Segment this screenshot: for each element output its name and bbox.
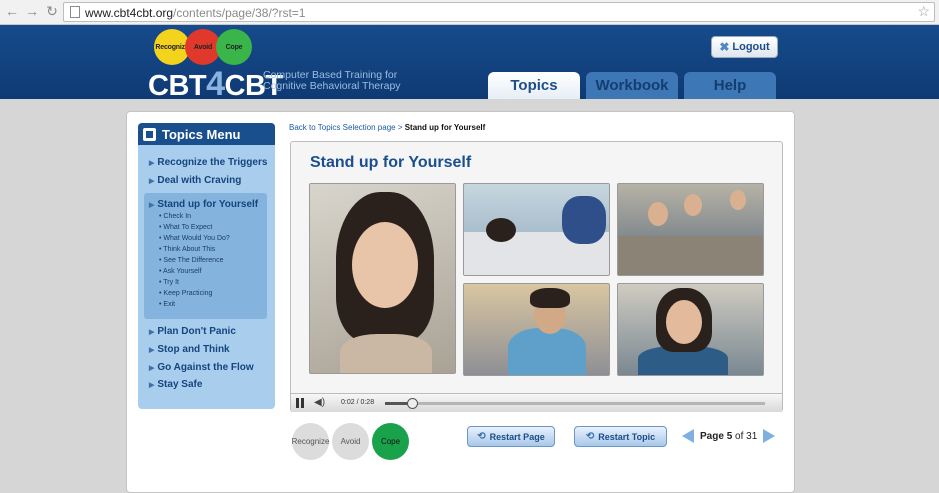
- bookmark-star-icon[interactable]: ☆: [917, 3, 930, 20]
- sidebar-item-recognize-the-triggers[interactable]: ▶ Recognize the Triggers: [149, 157, 267, 168]
- video-frame-1[interactable]: [463, 183, 610, 276]
- video-time: 0:02 / 0:28: [341, 399, 375, 406]
- sidebar-item-plan-dont-panic[interactable]: ▶ Plan Don't Panic: [149, 326, 236, 337]
- topics-menu-header: Topics Menu: [138, 123, 275, 145]
- video-player: Stand up for Yourself ◀) 0:02 / 0:28: [290, 141, 783, 412]
- breadcrumb-current: Stand up for Yourself: [404, 123, 486, 132]
- sidebar-item-deal-with-craving[interactable]: ▶ Deal with Craving: [149, 175, 241, 186]
- sidebar-item-stop-and-think[interactable]: ▶ Stop and Think: [149, 344, 230, 355]
- previous-page-arrow-icon[interactable]: [682, 429, 694, 443]
- sub-item-try-it[interactable]: • Try It: [159, 279, 179, 286]
- tab-help[interactable]: Help: [684, 72, 776, 99]
- url-text: www.cbt4cbt.org/contents/page/38/?rst=1: [85, 6, 306, 20]
- video-title: Stand up for Yourself: [310, 154, 472, 171]
- topics-menu: Topics Menu ▶ Recognize the Triggers ▶ Dea…: [138, 123, 275, 409]
- video-progress-track[interactable]: [385, 398, 765, 409]
- breadcrumb: Back to Topics Selection page > Stand up…: [289, 123, 486, 132]
- sidebar-item-stand-up-for-yourself[interactable]: ▶ Stand up for Yourself: [149, 199, 258, 210]
- sidebar-item-go-against-the-flow[interactable]: ▶ Go Against the Flow: [149, 362, 254, 373]
- browser-toolbar: ← → ↻ www.cbt4cbt.org/contents/page/38/?…: [0, 0, 939, 25]
- video-frame-2[interactable]: [617, 183, 764, 276]
- pause-icon[interactable]: [295, 398, 305, 408]
- sub-item-what-would-you-do[interactable]: • What Would You Do?: [159, 235, 230, 242]
- restart-icon: ⟲: [477, 431, 486, 442]
- avoid-circle[interactable]: Avoid: [332, 423, 369, 460]
- back-icon[interactable]: ←: [4, 3, 20, 19]
- sub-item-see-the-difference[interactable]: • See The Difference: [159, 257, 223, 264]
- video-scrubber[interactable]: [406, 398, 418, 409]
- reload-icon[interactable]: ↻: [44, 3, 60, 19]
- sub-item-check-in[interactable]: • Check In: [159, 213, 191, 220]
- page-icon: [70, 6, 80, 18]
- next-page-arrow-icon[interactable]: [763, 429, 776, 443]
- menu-icon: [143, 127, 156, 141]
- tab-topics[interactable]: Topics: [488, 72, 580, 99]
- volume-icon[interactable]: ◀): [314, 397, 325, 408]
- sub-item-ask-yourself[interactable]: • Ask Yourself: [159, 268, 202, 275]
- sub-item-what-to-expect[interactable]: • What To Expect: [159, 224, 212, 231]
- page-indicator: Page 5 of 31: [700, 430, 758, 442]
- sub-item-think-about-this[interactable]: • Think About This: [159, 246, 215, 253]
- video-frame-main[interactable]: [309, 183, 456, 374]
- recognize-circle[interactable]: Recognize: [292, 423, 329, 460]
- sub-item-exit[interactable]: • Exit: [159, 301, 175, 308]
- video-controls: ◀) 0:02 / 0:28: [291, 393, 782, 412]
- video-frame-3[interactable]: [463, 283, 610, 376]
- tab-workbook[interactable]: Workbook: [586, 72, 678, 99]
- site-tagline: Computer Based Training for Cognitive Be…: [263, 69, 401, 92]
- cope-circle[interactable]: Cope: [372, 423, 409, 460]
- address-bar[interactable]: www.cbt4cbt.org/contents/page/38/?rst=1 …: [63, 2, 935, 22]
- restart-icon: ⟲: [585, 431, 595, 442]
- restart-page-button[interactable]: ⟲ Restart Page: [467, 426, 555, 447]
- sidebar-item-stay-safe[interactable]: ▶ Stay Safe: [149, 379, 202, 390]
- restart-topic-button[interactable]: ⟲ Restart Topic: [574, 426, 667, 447]
- pager: Page 5 of 31: [682, 429, 776, 443]
- close-icon: ✖: [719, 40, 730, 54]
- logo-cope-circle: Cope: [216, 29, 252, 65]
- forward-icon[interactable]: →: [24, 3, 40, 19]
- site-header: Recognize Avoid Cope CBT4CBT Computer Ba…: [0, 25, 939, 103]
- video-frame-4[interactable]: [617, 283, 764, 376]
- breadcrumb-back-link[interactable]: Back to Topics Selection page: [289, 123, 396, 132]
- logout-button[interactable]: ✖ Logout: [711, 36, 778, 58]
- sub-item-keep-practicing[interactable]: • Keep Practicing: [159, 290, 212, 297]
